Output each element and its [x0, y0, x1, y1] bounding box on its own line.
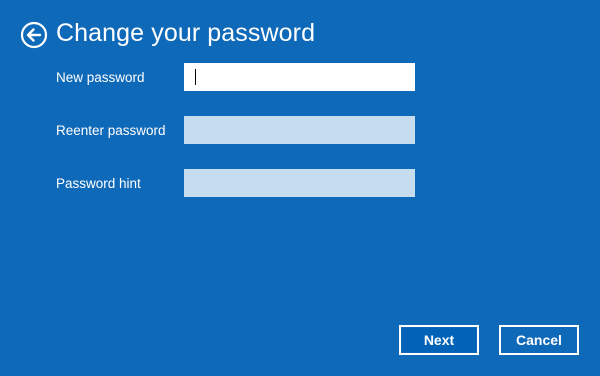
reenter-password-input[interactable] [184, 116, 415, 144]
password-hint-label: Password hint [56, 176, 141, 191]
change-password-screen: Change your password New password Reente… [0, 0, 600, 376]
next-button[interactable]: Next [399, 325, 479, 355]
back-button[interactable] [20, 21, 48, 49]
new-password-label: New password [56, 70, 145, 85]
page-title: Change your password [56, 19, 316, 47]
back-arrow-icon [20, 21, 48, 49]
cancel-button[interactable]: Cancel [499, 325, 579, 355]
new-password-input[interactable] [184, 63, 415, 91]
text-cursor [195, 69, 196, 85]
reenter-password-label: Reenter password [56, 123, 166, 138]
password-hint-input[interactable] [184, 169, 415, 197]
